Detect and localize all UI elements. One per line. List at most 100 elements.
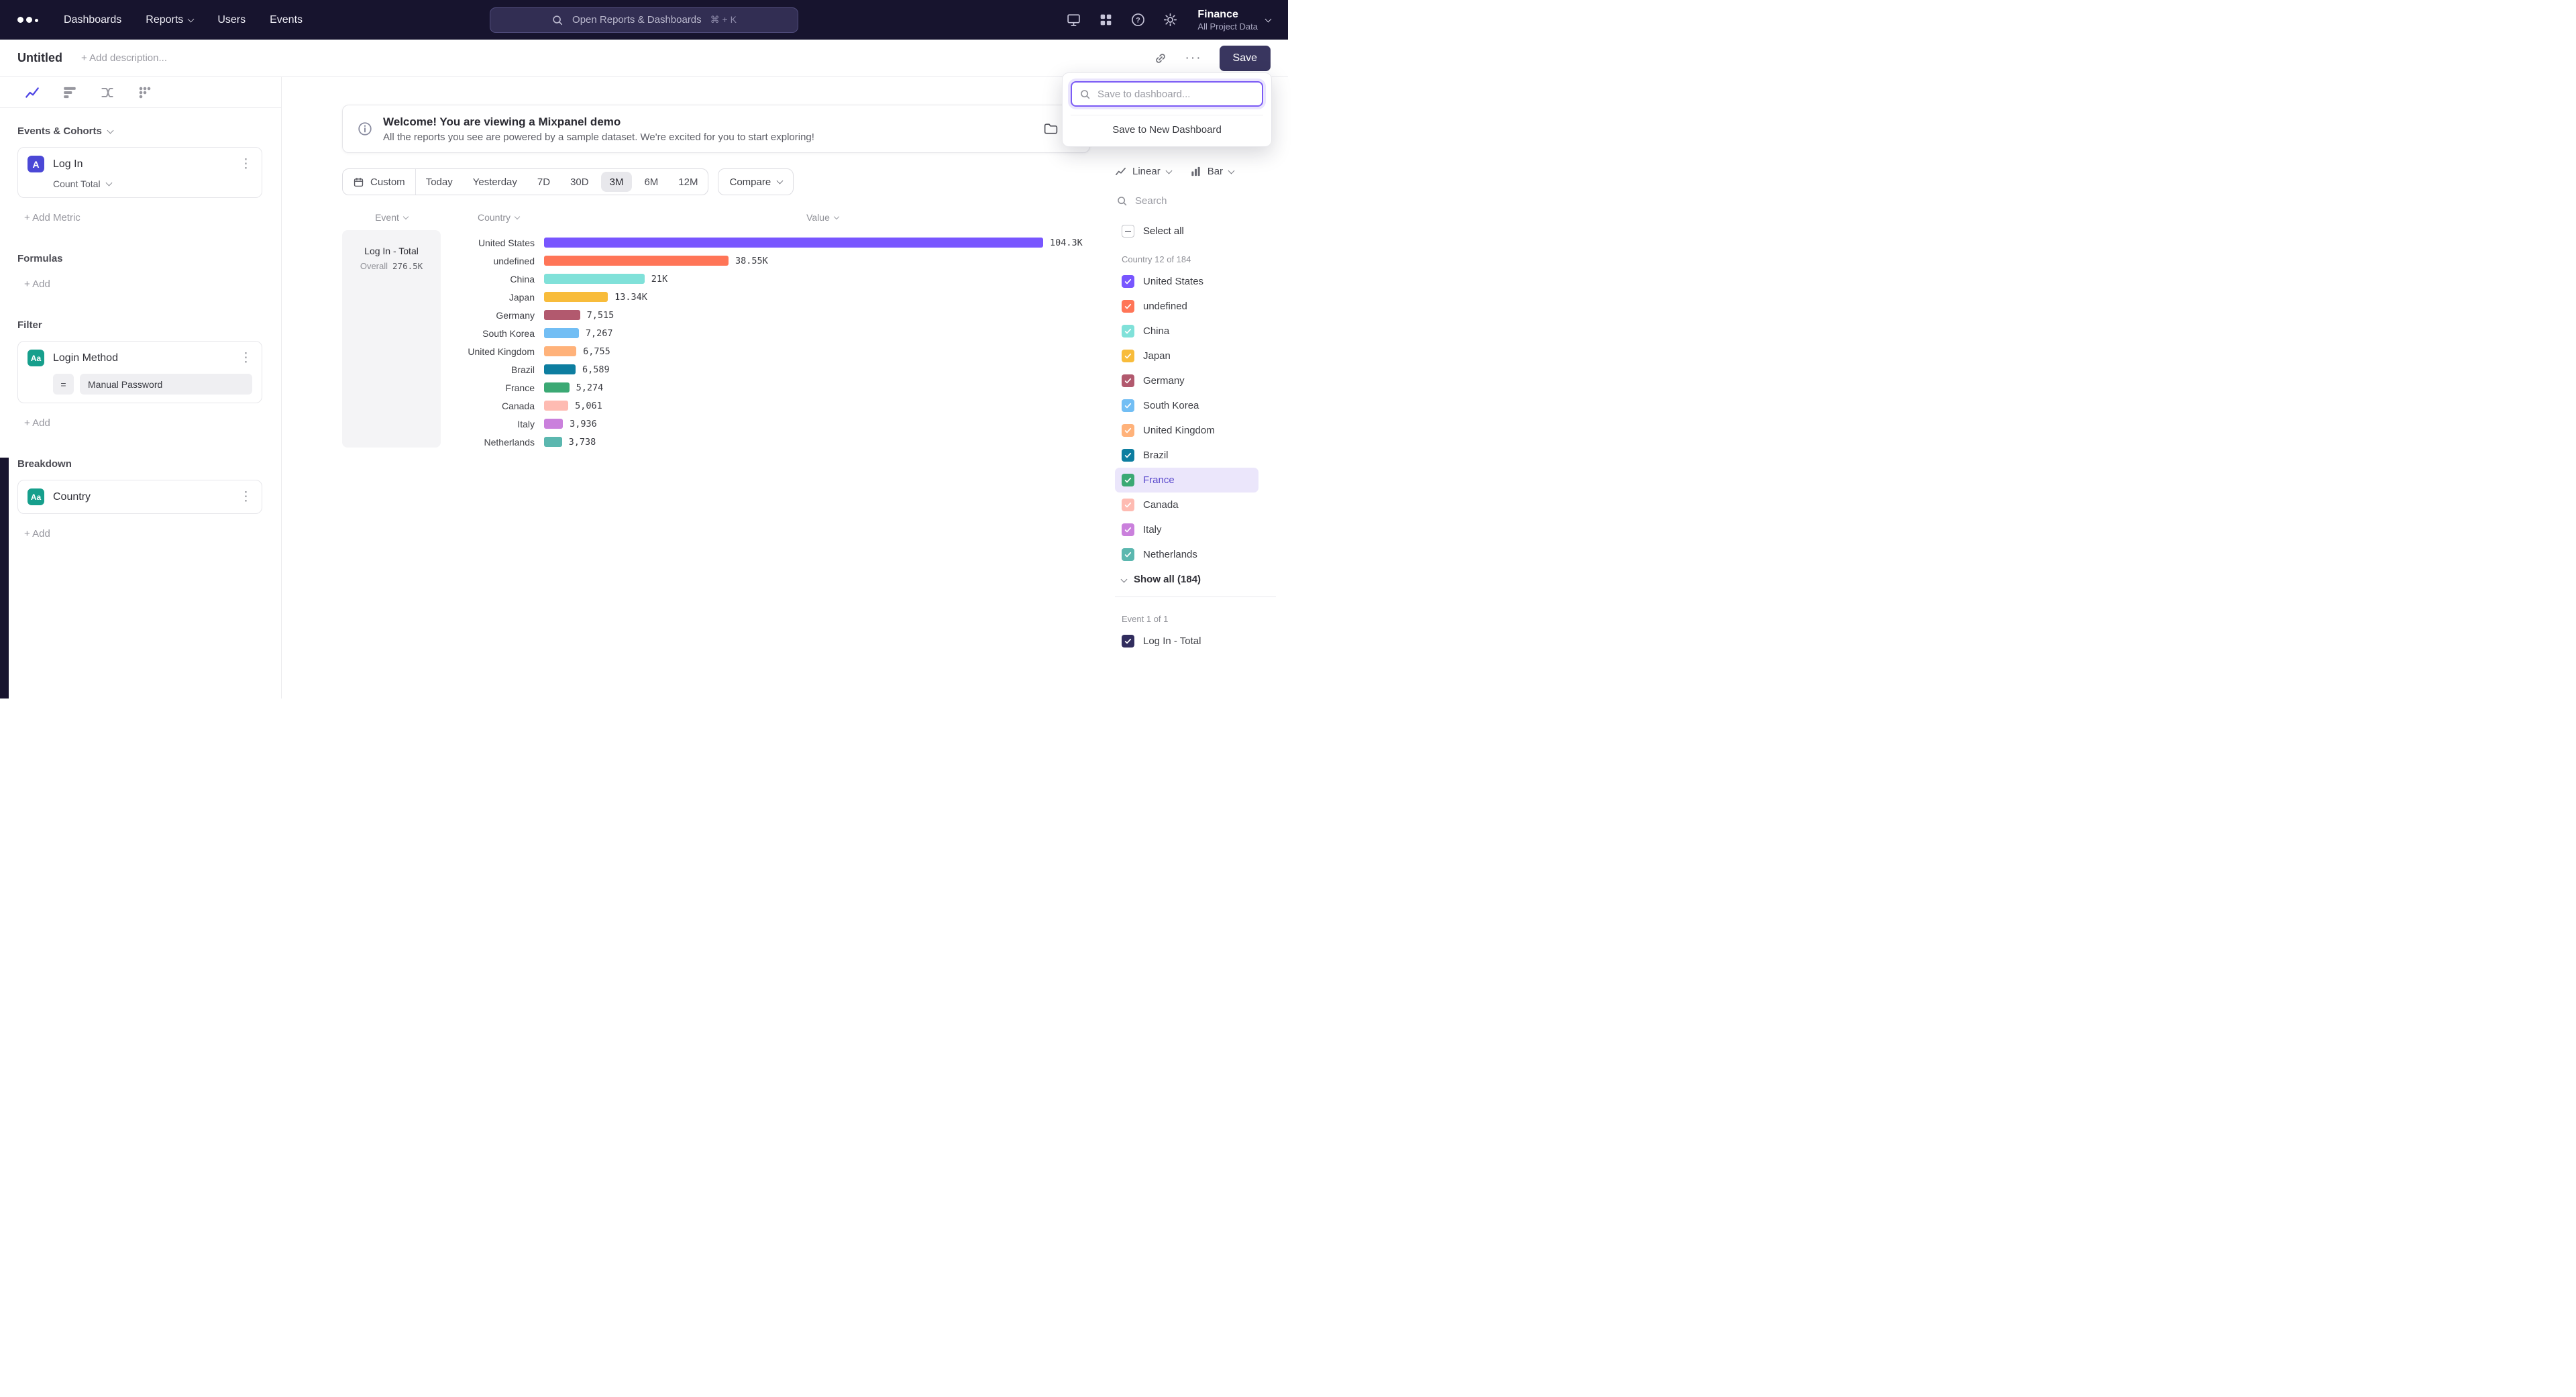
show-all-button[interactable]: Show all (184) xyxy=(1115,574,1276,585)
date-range-option[interactable]: Yesterday xyxy=(463,169,527,195)
nav-item[interactable]: Events xyxy=(270,14,303,26)
value-bar[interactable] xyxy=(544,364,576,374)
segment-item[interactable]: undefined xyxy=(1115,294,1258,319)
monitor-icon[interactable] xyxy=(1066,12,1081,28)
help-icon[interactable]: ? xyxy=(1130,12,1146,28)
value-bar[interactable] xyxy=(544,292,608,302)
event-series-panel[interactable]: Log In - Total Overall 276.5K xyxy=(342,230,441,448)
filter-property-row[interactable]: Aa Login Method ⋮ xyxy=(28,350,252,366)
value-bar[interactable] xyxy=(544,274,645,284)
segment-checkbox[interactable] xyxy=(1122,548,1134,561)
value-bar[interactable] xyxy=(544,328,579,338)
filter-value-dropdown[interactable]: Manual Password xyxy=(80,374,252,395)
copy-link-button[interactable] xyxy=(1153,51,1168,66)
value-bar[interactable] xyxy=(544,382,570,393)
nav-item[interactable]: Users xyxy=(217,14,246,26)
save-button[interactable]: Save xyxy=(1220,46,1271,71)
mixpanel-logo[interactable] xyxy=(17,17,38,23)
compare-button[interactable]: Compare xyxy=(718,168,794,195)
date-range-custom[interactable]: Custom xyxy=(343,169,415,195)
segment-checkbox[interactable] xyxy=(1122,275,1134,288)
value-bar[interactable] xyxy=(544,401,568,411)
metric-row[interactable]: A Log In ⋮ xyxy=(28,156,252,172)
value-column-header[interactable]: Value xyxy=(555,212,1090,223)
insights-tab-icon[interactable] xyxy=(24,85,40,101)
date-range-option[interactable]: 30D xyxy=(560,169,599,195)
segment-checkbox[interactable] xyxy=(1122,325,1134,338)
add-formula-button[interactable]: + Add xyxy=(17,278,262,290)
filter-operator-dropdown[interactable]: = xyxy=(53,374,74,395)
select-all-checkbox[interactable] xyxy=(1122,225,1134,238)
save-to-dashboard-input[interactable]: Save to dashboard... xyxy=(1071,81,1263,107)
value-bar[interactable] xyxy=(544,419,563,429)
segment-item[interactable]: Log In - Total xyxy=(1115,629,1258,654)
segment-checkbox[interactable] xyxy=(1122,350,1134,362)
event-column-header[interactable]: Event xyxy=(342,212,441,223)
segment-checkbox[interactable] xyxy=(1122,424,1134,437)
add-breakdown-button[interactable]: + Add xyxy=(17,528,262,539)
chart-scale-dropdown[interactable]: Linear xyxy=(1115,166,1171,177)
segment-item[interactable]: South Korea xyxy=(1115,393,1258,418)
more-options-button[interactable]: ··· xyxy=(1185,51,1202,66)
aggregation-dropdown[interactable]: Count Total xyxy=(53,178,252,189)
save-to-new-dashboard-item[interactable]: Save to New Dashboard xyxy=(1071,115,1263,142)
date-range-option[interactable]: 3M xyxy=(601,172,633,192)
chart-type-dropdown[interactable]: Bar xyxy=(1190,166,1234,177)
segment-item[interactable]: Netherlands xyxy=(1115,542,1258,567)
country-column-header[interactable]: Country xyxy=(451,212,545,223)
segment-item[interactable]: Brazil xyxy=(1115,443,1258,468)
nav-item[interactable]: Reports xyxy=(146,14,193,26)
add-description[interactable]: + Add description... xyxy=(81,52,167,64)
segment-checkbox[interactable] xyxy=(1122,474,1134,486)
filter-menu-button[interactable]: ⋮ xyxy=(239,352,252,364)
segment-label: undefined xyxy=(1143,301,1187,312)
retention-tab-icon[interactable] xyxy=(137,85,153,101)
events-cohorts-heading[interactable]: Events & Cohorts xyxy=(17,125,262,137)
project-selector[interactable]: Finance All Project Data xyxy=(1197,8,1271,31)
breakdown-property-row[interactable]: Aa Country ⋮ xyxy=(28,488,252,505)
apps-grid-icon[interactable] xyxy=(1098,12,1114,28)
breakdown-menu-button[interactable]: ⋮ xyxy=(239,490,252,503)
funnels-tab-icon[interactable] xyxy=(62,85,78,101)
segment-checkbox[interactable] xyxy=(1122,635,1134,648)
metric-menu-button[interactable]: ⋮ xyxy=(239,158,252,170)
segment-checkbox[interactable] xyxy=(1122,300,1134,313)
segment-item[interactable]: Japan xyxy=(1115,344,1258,368)
date-range-option[interactable]: 7D xyxy=(527,169,560,195)
segment-label: Brazil xyxy=(1143,450,1169,461)
segment-checkbox[interactable] xyxy=(1122,523,1134,536)
report-title[interactable]: Untitled xyxy=(17,51,62,65)
segment-checkbox[interactable] xyxy=(1122,449,1134,462)
segment-item[interactable]: France xyxy=(1115,468,1258,493)
date-range-option[interactable]: 12M xyxy=(668,169,708,195)
folder-icon[interactable] xyxy=(1043,121,1059,137)
segment-item[interactable]: Canada xyxy=(1115,493,1258,517)
add-filter-button[interactable]: + Add xyxy=(17,417,262,429)
segment-item[interactable]: United States xyxy=(1115,269,1258,294)
filter-card: Aa Login Method ⋮ = Manual Password xyxy=(17,341,262,403)
flows-tab-icon[interactable] xyxy=(99,85,115,101)
chevron-down-icon xyxy=(1121,576,1128,582)
segment-item[interactable]: Germany xyxy=(1115,368,1258,393)
segment-checkbox[interactable] xyxy=(1122,374,1134,387)
nav-item[interactable]: Dashboards xyxy=(64,14,121,26)
add-metric-button[interactable]: + Add Metric xyxy=(17,212,262,223)
segment-checkbox[interactable] xyxy=(1122,499,1134,511)
value-bar[interactable] xyxy=(544,256,729,266)
value-bar[interactable] xyxy=(544,437,562,447)
segment-item[interactable]: Italy xyxy=(1115,517,1258,542)
segment-item[interactable]: United Kingdom xyxy=(1115,418,1258,443)
segment-checkbox[interactable] xyxy=(1122,399,1134,412)
settings-gear-icon[interactable] xyxy=(1163,12,1178,28)
value-bar[interactable] xyxy=(544,238,1043,248)
save-to-dashboard-popover: Save to dashboard... Save to New Dashboa… xyxy=(1062,72,1272,147)
global-search[interactable]: Open Reports & Dashboards ⌘ + K xyxy=(490,7,798,33)
value-bar[interactable] xyxy=(544,346,576,356)
segment-search-input[interactable]: Search xyxy=(1115,195,1276,207)
select-all-row[interactable]: Select all xyxy=(1115,225,1276,238)
date-range-option[interactable]: 6M xyxy=(634,169,668,195)
value-bar[interactable] xyxy=(544,310,580,320)
country-label: South Korea xyxy=(441,328,535,339)
date-range-option[interactable]: Today xyxy=(416,169,463,195)
segment-item[interactable]: China xyxy=(1115,319,1258,344)
